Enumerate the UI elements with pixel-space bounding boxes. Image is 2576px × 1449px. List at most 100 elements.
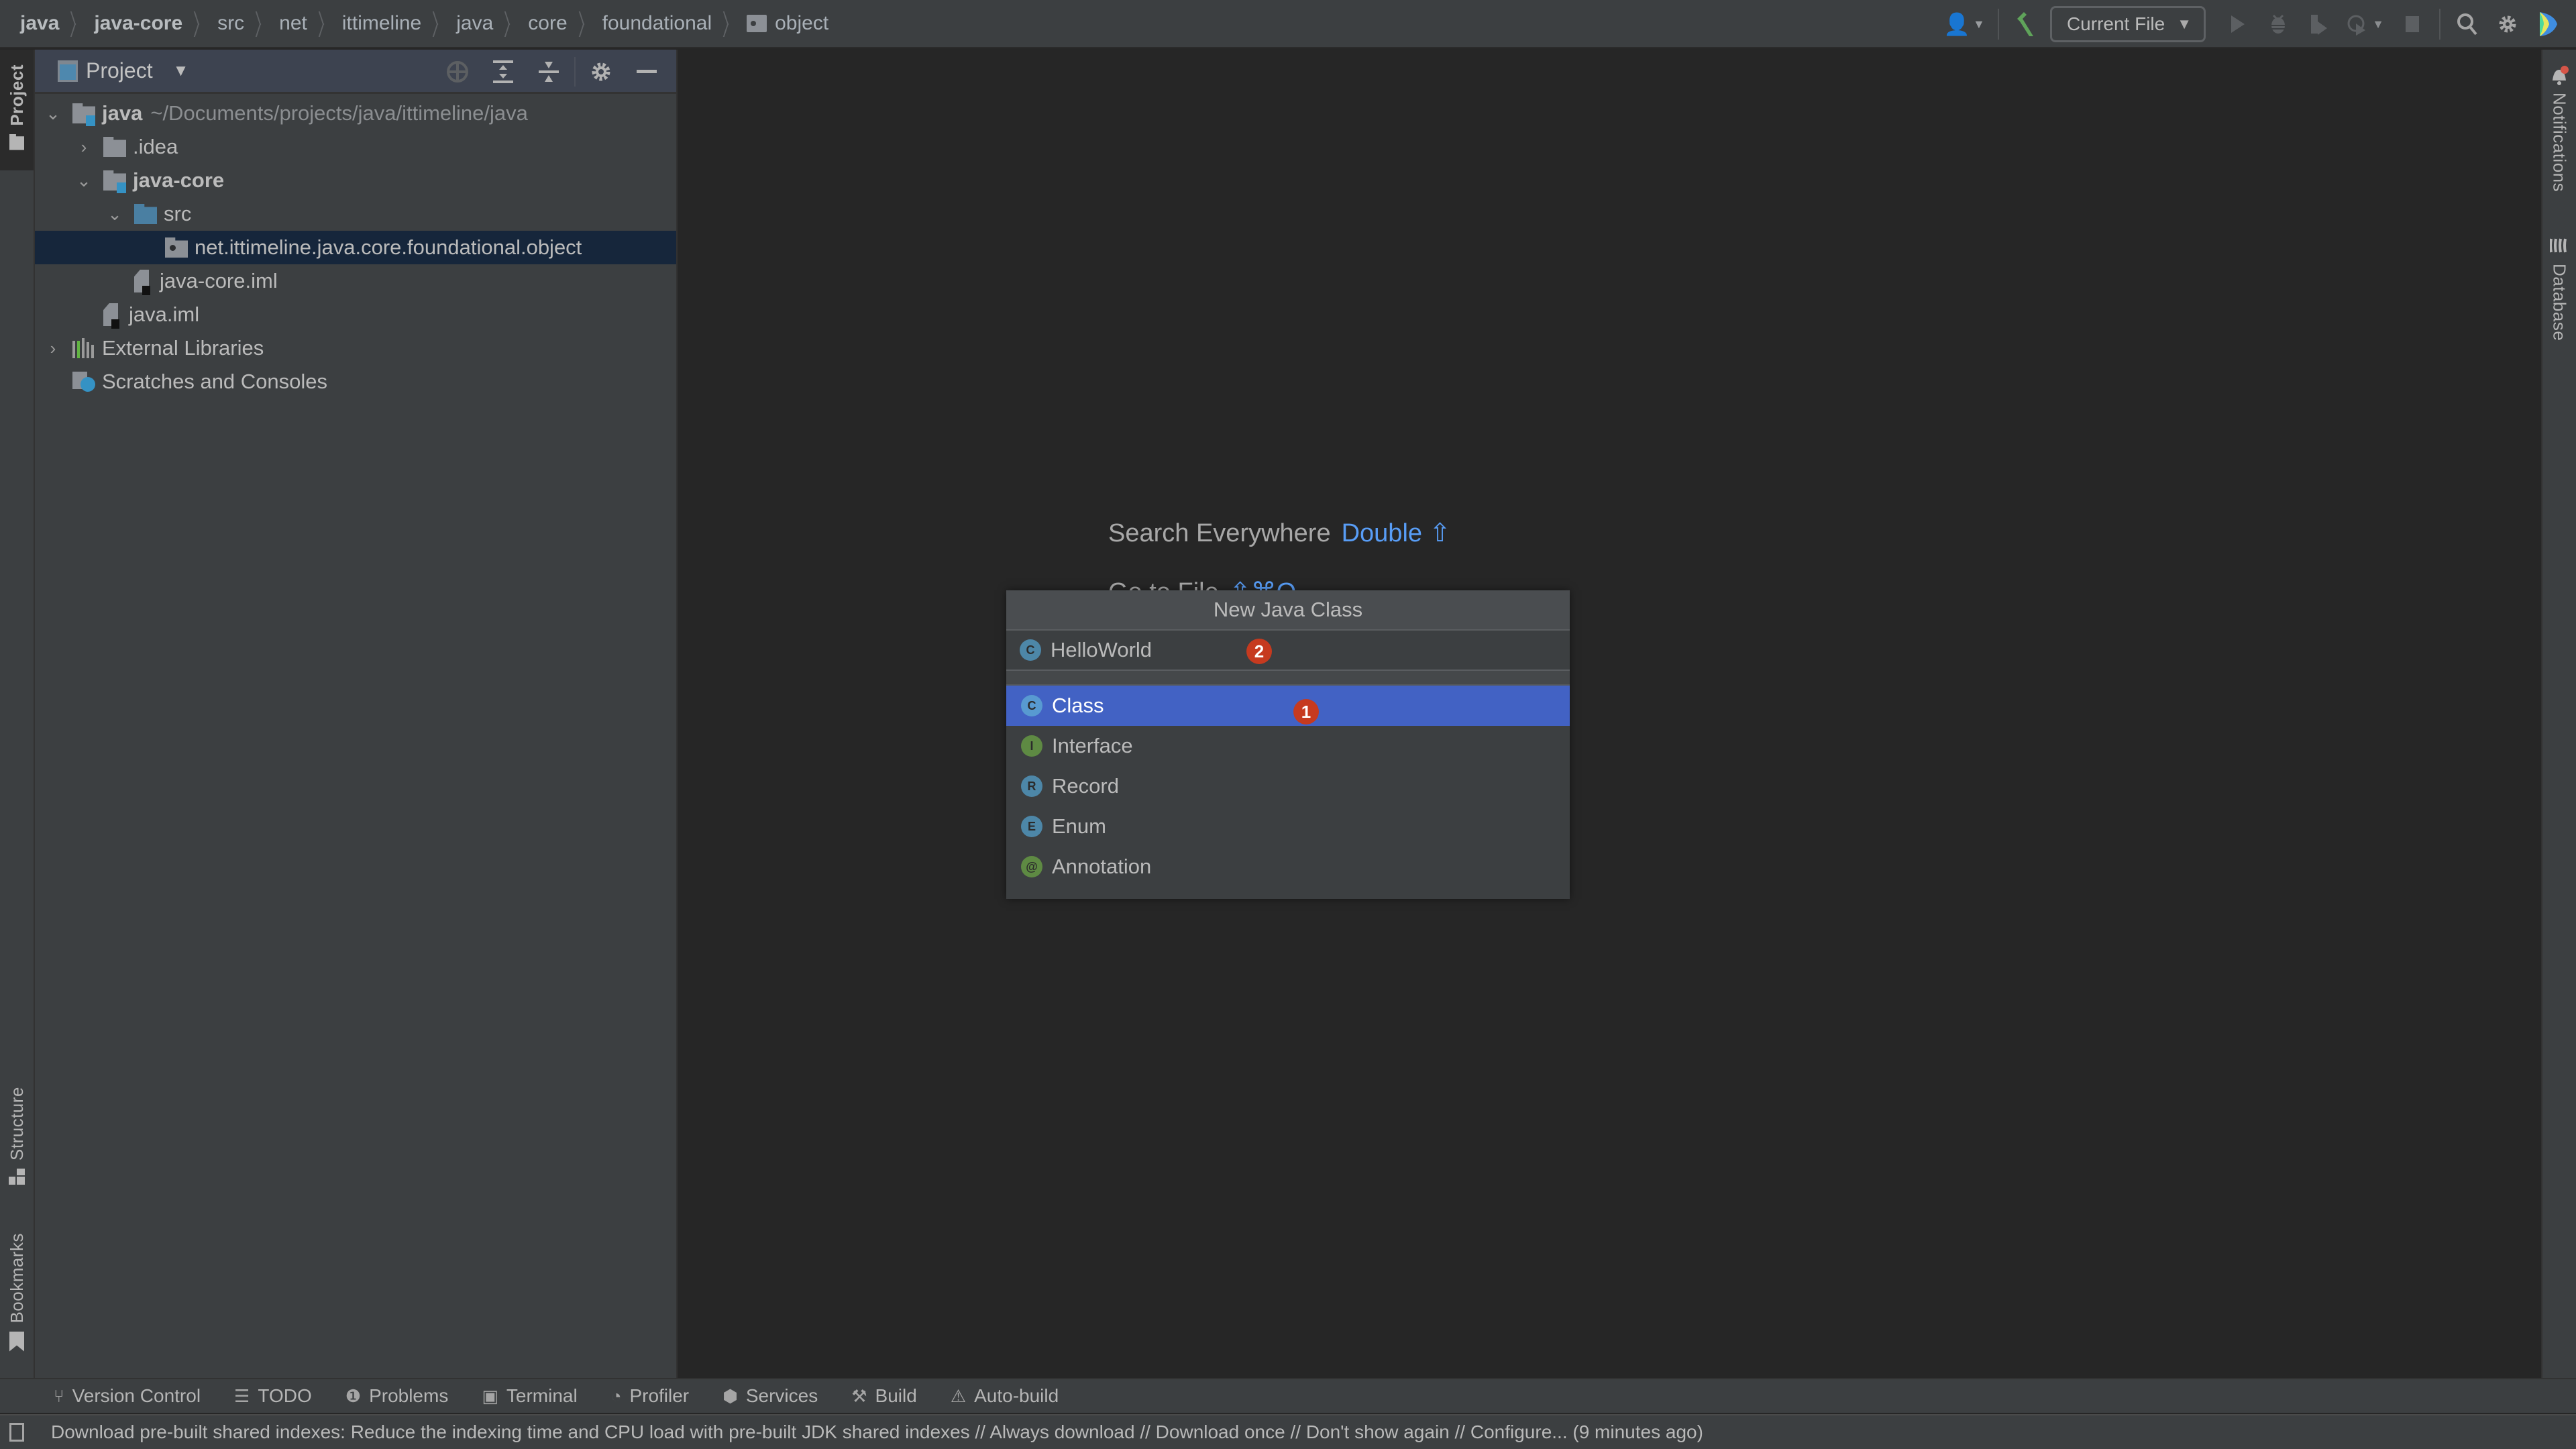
tool-tab-notifications[interactable]: Notifications — [2542, 66, 2576, 227]
profile-icon[interactable]: ▼ — [2339, 4, 2392, 44]
step-badge: 2 — [1246, 639, 1272, 664]
kind-option-interface[interactable]: I Interface — [1006, 726, 1570, 766]
tool-tab-label: Database — [2549, 264, 2570, 341]
breadcrumb-separator — [254, 9, 270, 38]
jetbrains-logo-icon[interactable] — [2528, 4, 2568, 44]
tree-item[interactable]: › External Libraries — [35, 331, 676, 365]
chevron-right-icon[interactable]: › — [74, 137, 94, 158]
tool-tab-database[interactable]: Database — [2542, 237, 2576, 372]
tree-item[interactable]: ⌄ java-core — [35, 164, 676, 197]
record-icon: R — [1021, 775, 1042, 797]
run-configuration-dropdown[interactable]: Current File ▼ — [2049, 6, 2206, 42]
tree-item-label: External Libraries — [102, 336, 264, 360]
tool-window-terminal[interactable]: ▣ Terminal — [482, 1385, 577, 1407]
tool-window-label: Problems — [369, 1385, 449, 1406]
breadcrumb-item[interactable]: ittimeline — [342, 12, 421, 35]
tool-window-problems[interactable]: ❶ Problems — [345, 1385, 449, 1407]
tool-window-profiler[interactable]: ◔ Profiler — [611, 1385, 689, 1407]
locate-file-icon[interactable] — [435, 50, 480, 94]
stop-icon[interactable] — [2392, 4, 2432, 44]
expand-all-icon[interactable] — [480, 50, 526, 94]
tool-tab-structure[interactable]: Structure — [0, 1087, 34, 1201]
chevron-down-icon[interactable]: ⌄ — [74, 170, 94, 191]
tool-tab-bookmarks[interactable]: Bookmarks — [0, 1233, 34, 1367]
debug-icon[interactable] — [2258, 4, 2298, 44]
collapse-all-icon[interactable] — [526, 50, 572, 94]
editor-empty-area[interactable]: Search EverywhereDouble ⇧ Go to File⇧⌘O — [679, 50, 2541, 1378]
search-icon[interactable] — [2447, 4, 2487, 44]
tree-item[interactable]: ⌄ java ~/Documents/projects/java/ittimel… — [35, 97, 676, 130]
breadcrumb-separator — [721, 9, 737, 38]
kind-option-record[interactable]: R Record — [1006, 766, 1570, 806]
kind-option-class[interactable]: C Class 1 — [1006, 686, 1570, 726]
main-toolbar: 👤 ▼ Current File ▼ ▼ — [1937, 0, 2576, 48]
breadcrumb-item[interactable]: java — [456, 12, 493, 35]
tool-window-services[interactable]: ⬢ Services — [722, 1385, 818, 1407]
tree-item[interactable]: › java.iml — [35, 298, 676, 331]
libraries-icon — [72, 338, 95, 358]
toolbar-divider — [2439, 9, 2440, 40]
breadcrumb-item[interactable]: core — [528, 12, 567, 35]
annotation-icon: @ — [1021, 856, 1042, 877]
tree-item-label: java — [102, 101, 143, 125]
scratches-icon — [72, 372, 95, 392]
tool-tab-label: Notifications — [2549, 93, 2570, 193]
tool-tab-label: Project — [6, 64, 27, 126]
tool-window-label: Version Control — [72, 1385, 201, 1406]
project-window-icon — [58, 60, 78, 82]
kind-option-annotation[interactable]: @ Annotation — [1006, 847, 1570, 887]
chevron-down-icon[interactable]: ⌄ — [105, 204, 125, 225]
tree-item[interactable]: › java-core.iml — [35, 264, 676, 298]
tool-window-label: Build — [875, 1385, 917, 1406]
breadcrumb-item[interactable]: foundational — [602, 12, 712, 35]
pane-title[interactable]: Project — [86, 58, 153, 83]
hide-icon[interactable] — [624, 50, 669, 94]
new-java-class-popup: New Java Class C HelloWorld 2 C Class 1 … — [1006, 590, 1570, 899]
settings-icon[interactable] — [2487, 4, 2528, 44]
tree-item-label: java.iml — [129, 303, 200, 326]
build-hammer-icon[interactable] — [2006, 4, 2046, 44]
run-icon[interactable] — [2218, 4, 2258, 44]
breadcrumb-item[interactable]: java — [20, 12, 59, 35]
tree-item-label: java-core.iml — [160, 269, 278, 292]
search-everywhere-hint: Search Everywhere Double ⇧ — [1108, 518, 1450, 548]
tree-item-selected[interactable]: › net.ittimeline.java.core.foundational.… — [35, 231, 676, 264]
status-message[interactable]: Download pre-built shared indexes: Reduc… — [51, 1421, 1703, 1443]
chevron-down-icon[interactable]: ⌄ — [43, 103, 63, 124]
chevron-down-icon[interactable]: ▼ — [173, 62, 189, 80]
tree-item-path: ~/Documents/projects/java/ittimeline/jav… — [150, 101, 528, 125]
breadcrumb-item-current[interactable]: object — [747, 12, 828, 35]
breadcrumb-item[interactable]: src — [217, 12, 244, 35]
module-icon — [103, 170, 126, 193]
gear-icon[interactable] — [578, 50, 624, 94]
coverage-icon[interactable] — [2298, 4, 2339, 44]
breadcrumb-separator — [502, 9, 519, 38]
breadcrumb-separator — [317, 9, 333, 38]
hint-label: Search Everywhere — [1108, 519, 1331, 547]
toolbar-divider — [1997, 9, 1999, 40]
class-name-input[interactable]: C HelloWorld 2 — [1006, 631, 1570, 671]
module-icon — [72, 103, 95, 126]
user-icon[interactable]: 👤 ▼ — [1937, 4, 1991, 44]
tree-item[interactable]: › .idea — [35, 130, 676, 164]
tool-window-auto-build[interactable]: ⚠ Auto-build — [951, 1385, 1059, 1407]
tree-item[interactable]: › Scratches and Consoles — [35, 365, 676, 398]
tool-window-version-control[interactable]: ⑂ Version Control — [54, 1385, 201, 1407]
chevron-right-icon[interactable]: › — [43, 338, 63, 359]
enum-icon: E — [1021, 816, 1042, 837]
breadcrumb-item[interactable]: net — [279, 12, 307, 35]
class-icon: C — [1021, 695, 1042, 716]
tool-window-build[interactable]: ⚒ Build — [851, 1385, 917, 1407]
tree-item[interactable]: ⌄ src — [35, 197, 676, 231]
source-folder-icon — [134, 204, 157, 224]
database-icon — [2549, 237, 2569, 257]
kind-option-enum[interactable]: E Enum — [1006, 806, 1570, 847]
tool-window-todo[interactable]: ☰ TODO — [234, 1385, 312, 1407]
divider — [574, 57, 576, 87]
left-tool-strip: Project Structure Bookmarks — [0, 50, 35, 1378]
tool-tab-project[interactable]: Project — [0, 50, 34, 170]
breadcrumb-item[interactable]: java-core — [94, 12, 182, 35]
services-icon: ⬢ — [722, 1385, 738, 1406]
toggle-tool-windows-icon[interactable] — [9, 1423, 24, 1442]
popup-title: New Java Class — [1006, 590, 1570, 631]
